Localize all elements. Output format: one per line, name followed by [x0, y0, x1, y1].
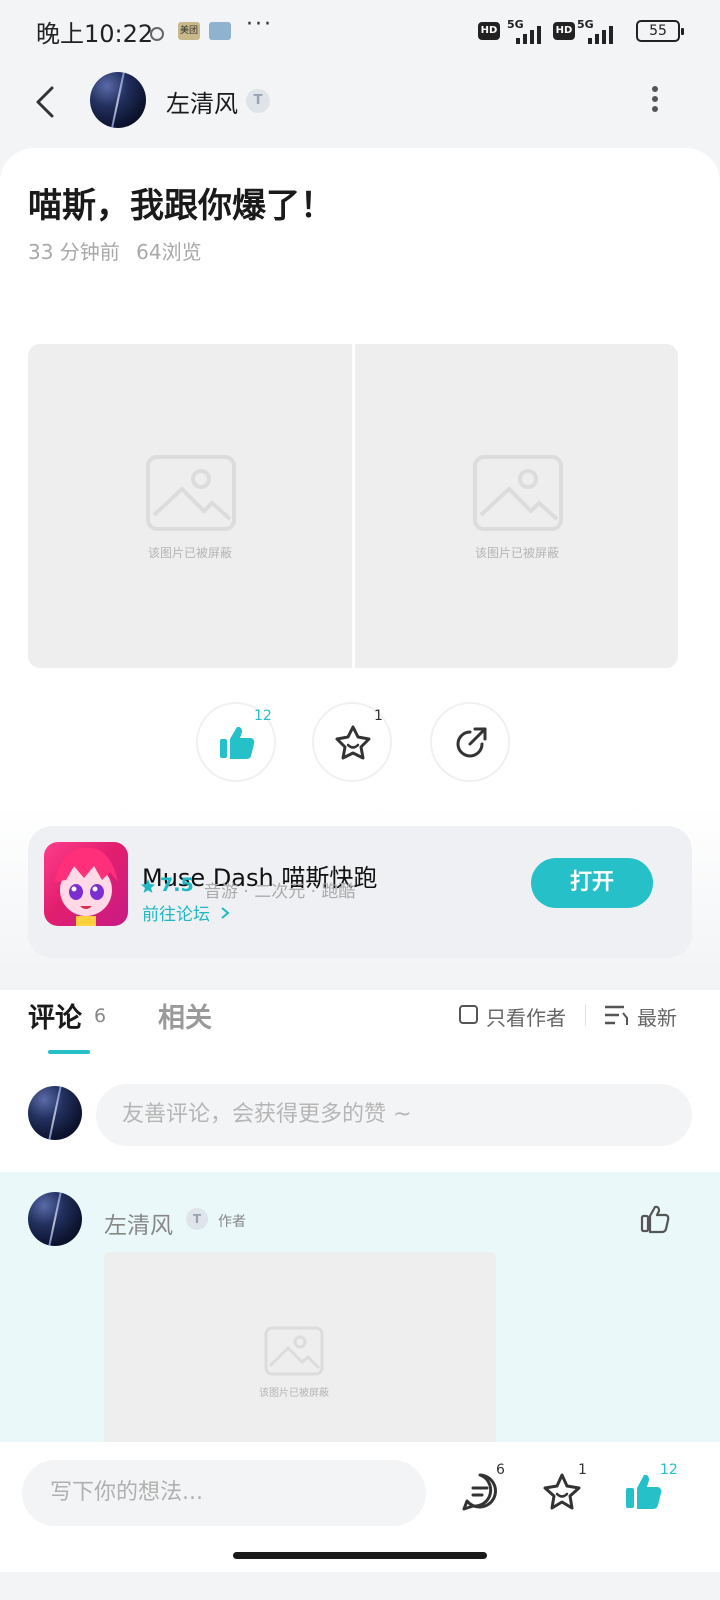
blocked-image-label: 该图片已被屏蔽	[147, 546, 232, 560]
bottom-favorite-count: 1	[578, 1462, 587, 1478]
back-icon[interactable]	[34, 84, 58, 120]
open-game-button[interactable]: 打开	[531, 858, 653, 908]
image-blocked-icon	[473, 455, 563, 531]
commenter-avatar[interactable]	[28, 1192, 82, 1246]
rating-star-icon	[141, 879, 155, 893]
game-tags: 音游 · 二次元 · 跑酷	[204, 882, 356, 902]
star-icon[interactable]	[542, 1472, 582, 1512]
comment-icon[interactable]	[460, 1472, 500, 1512]
user-badge-icon: T	[246, 89, 270, 113]
author-only-label[interactable]: 只看作者	[486, 1002, 566, 1031]
reply-input[interactable]: 写下你的想法...	[22, 1460, 426, 1526]
my-avatar	[28, 1086, 82, 1140]
filter-divider	[585, 1004, 586, 1026]
blocked-image-label: 该图片已被屏蔽	[474, 546, 559, 560]
thumbs-up-icon	[220, 726, 255, 759]
game-icon[interactable]	[44, 842, 128, 926]
map-app-icon	[209, 22, 231, 40]
author-tag: 作者	[218, 1214, 246, 1230]
game-forum-link[interactable]: 前往论坛	[142, 900, 231, 925]
bottom-comment-count: 6	[496, 1462, 505, 1478]
app-notification-icon	[150, 27, 164, 41]
image-blocked-icon	[146, 455, 236, 531]
post-time: 33 分钟前	[28, 240, 120, 264]
like-count: 12	[254, 708, 272, 724]
hd-icon: HD	[553, 22, 575, 40]
comment-input[interactable]: 友善评论，会获得更多的赞 ~	[96, 1084, 692, 1146]
share-button[interactable]	[430, 702, 510, 782]
blocked-image-label: 该图片已被屏蔽	[259, 1388, 329, 1399]
share-icon	[456, 727, 487, 758]
tab-comments[interactable]: 评论	[28, 996, 82, 1035]
meituan-app-icon: 美团	[178, 22, 200, 40]
game-character-icon	[54, 847, 118, 926]
post-views: 64浏览	[136, 240, 202, 264]
bottom-like-count: 12	[660, 1462, 678, 1478]
more-options-icon[interactable]	[650, 84, 660, 114]
signal-icon	[588, 22, 613, 44]
home-indicator[interactable]	[233, 1552, 487, 1559]
chevron-right-icon	[221, 907, 230, 919]
commenter-name[interactable]: 左清风	[104, 1206, 173, 1240]
hd-icon: HD	[478, 22, 500, 40]
user-badge-icon: T	[186, 1208, 208, 1230]
tab-related[interactable]: 相关	[158, 996, 212, 1035]
image-blocked-icon	[264, 1326, 324, 1376]
signal-icon	[516, 22, 541, 44]
comments-count: 6	[94, 1005, 107, 1027]
comment-like-icon[interactable]	[640, 1204, 670, 1234]
sort-latest-label[interactable]: 最新	[637, 1002, 677, 1031]
star-icon	[335, 725, 371, 760]
author-only-checkbox[interactable]	[459, 1005, 478, 1024]
game-score: 7.5	[160, 874, 194, 896]
author-name[interactable]: 左清风	[166, 84, 238, 119]
author-avatar[interactable]	[90, 72, 146, 128]
status-bar: 晚上10:22 美团 ··· HD 5G HD 5G 55	[0, 0, 720, 64]
battery-icon: 55	[636, 20, 684, 42]
post-meta: 33 分钟前 64浏览	[28, 236, 202, 265]
active-tab-indicator	[48, 1050, 90, 1054]
post-title: 喵斯，我跟你爆了！	[28, 186, 334, 226]
more-notifications-icon: ···	[246, 12, 273, 37]
favorite-count: 1	[374, 708, 383, 724]
post-header: 左清风 T	[0, 64, 720, 148]
sort-icon[interactable]	[604, 1004, 630, 1026]
thumbs-up-icon[interactable]	[624, 1472, 664, 1512]
forum-link-label: 前往论坛	[142, 905, 210, 925]
status-time: 晚上10:22	[36, 20, 154, 48]
